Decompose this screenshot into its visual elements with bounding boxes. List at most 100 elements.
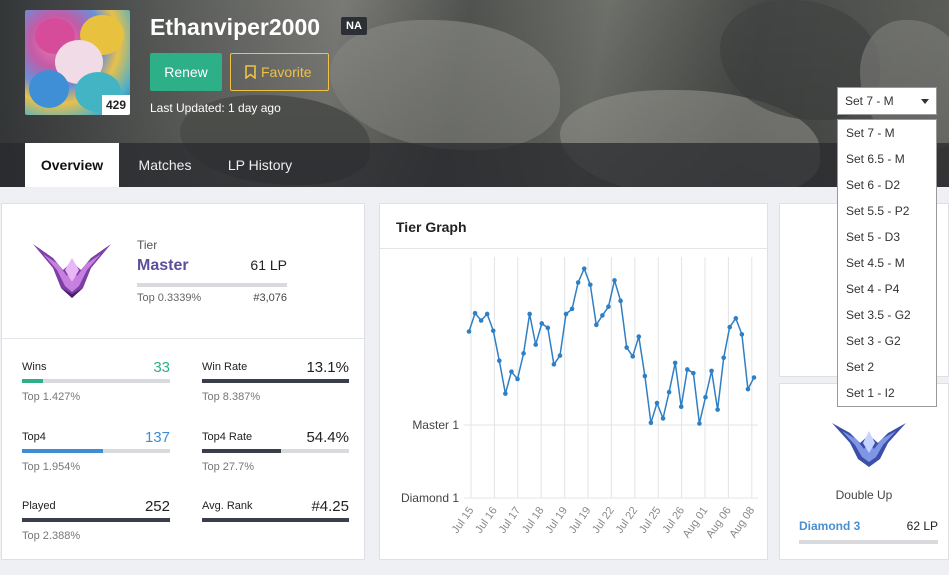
data-point [581,266,587,271]
x-tick-label: Jul 16 [473,505,500,536]
top4-rate-value: 54.4% [306,429,349,446]
data-point [691,370,696,376]
double-up-tier: Diamond 3 [799,519,861,533]
data-point [624,345,629,350]
favorite-label: Favorite [261,64,312,80]
data-point [569,306,575,312]
data-point [697,421,702,426]
data-point [654,400,660,406]
x-tick-label: Jul 19 [543,505,570,536]
data-point [557,353,563,358]
set-option[interactable]: Set 6.5 - M [838,146,936,172]
set-select[interactable]: Set 7 - M [837,87,937,115]
data-point [666,389,672,395]
data-point [751,375,757,380]
data-point [587,282,593,288]
set-option[interactable]: Set 2 [838,354,936,380]
data-point [533,342,539,347]
data-point [660,416,666,421]
data-point [539,321,545,326]
x-tick-label: Jul 19 [567,505,594,536]
played-bar [22,518,170,522]
data-point [521,351,526,356]
double-up-label: Double Up [835,488,893,502]
win-rate-bar [202,379,349,383]
top4-label: Top4 [22,431,46,443]
tier-top-percent: Top 0.3339% [137,292,202,304]
data-point [594,322,599,328]
top4-rate-bar [202,449,349,453]
top4-rate-label: Top4 Rate [202,431,253,443]
bookmark-icon [245,65,256,80]
wins-bar [22,379,170,383]
graph-title: Tier Graph [396,219,467,235]
set-option[interactable]: Set 5 - D3 [838,224,936,250]
x-tick-label: Jul 17 [497,505,524,536]
data-point [739,332,745,337]
data-point [484,311,490,317]
data-point [509,369,514,374]
data-point [709,368,714,374]
data-point [497,358,502,364]
data-point [490,328,496,334]
data-point [527,311,532,317]
win-rate-value: 13.1% [306,359,349,376]
set-option[interactable]: Set 1 - I2 [838,380,936,406]
tier-panel: Tier Master 61 LP Top 0.3339% #3,076 Win… [1,203,365,560]
double-up-panel: Double Up Diamond 3 62 LP [779,383,949,560]
set-option[interactable]: Set 7 - M [838,120,936,146]
data-point [648,420,654,426]
tab-matches[interactable]: Matches [125,143,205,187]
data-point [503,391,508,396]
double-up-progress-bar [799,540,938,544]
set-option[interactable]: Set 3.5 - G2 [838,302,936,328]
tab-overview[interactable]: Overview [25,143,119,187]
wins-top: Top 1.427% [22,391,81,403]
data-point [618,298,623,304]
win-rate-top: Top 8.387% [202,391,261,403]
x-tick-label: Aug 08 [727,505,757,540]
data-point [478,318,484,323]
top4-top: Top 1.954% [22,461,81,473]
avg-rank-bar [202,518,349,522]
data-point [721,355,726,361]
win-rate-label: Win Rate [202,361,248,373]
profile-avatar: 429 [25,10,130,115]
tier-progress-bar [137,283,287,287]
data-point [678,404,684,410]
set-option[interactable]: Set 4 - P4 [838,276,936,302]
tab-lp-history[interactable]: LP History [213,143,307,187]
master-emblem-icon [33,244,111,298]
data-point [606,304,611,309]
x-tick-label: Jul 25 [637,505,664,536]
set-option[interactable]: Set 3 - G2 [838,328,936,354]
wins-label: Wins [22,361,47,373]
wins-value: 33 [153,359,170,376]
tier-label: Tier [137,238,158,252]
renew-button[interactable]: Renew [150,53,222,91]
set-option[interactable]: Set 4.5 - M [838,250,936,276]
favorite-button[interactable]: Favorite [230,53,329,91]
data-point [636,334,642,339]
data-point [733,316,739,321]
tier-name: Master [137,257,189,274]
set-option[interactable]: Set 6 - D2 [838,172,936,198]
level-badge: 429 [101,95,130,115]
data-point [563,311,569,317]
data-point [551,362,557,367]
summoner-name: Ethanviper2000 [150,14,321,40]
played-label: Played [22,500,56,512]
region-badge: NA [341,17,367,35]
data-point [600,313,605,318]
set-select-menu: Set 7 - M Set 6.5 - M Set 6 - D2 Set 5.5… [837,119,937,407]
profile-tabs: Overview Matches LP History [0,143,949,187]
double-up-lp: 62 LP [906,519,938,533]
x-tick-label: Jul 22 [614,505,641,536]
profile-header: 429 Ethanviper2000 NA Renew Favorite Las… [0,0,949,187]
avg-rank-value: #4.25 [311,498,349,515]
set-option[interactable]: Set 5.5 - P2 [838,198,936,224]
tier-lp: 61 LP [250,257,287,273]
data-point [745,386,751,392]
data-point [545,325,551,331]
diamond-emblem-icon [832,423,906,467]
